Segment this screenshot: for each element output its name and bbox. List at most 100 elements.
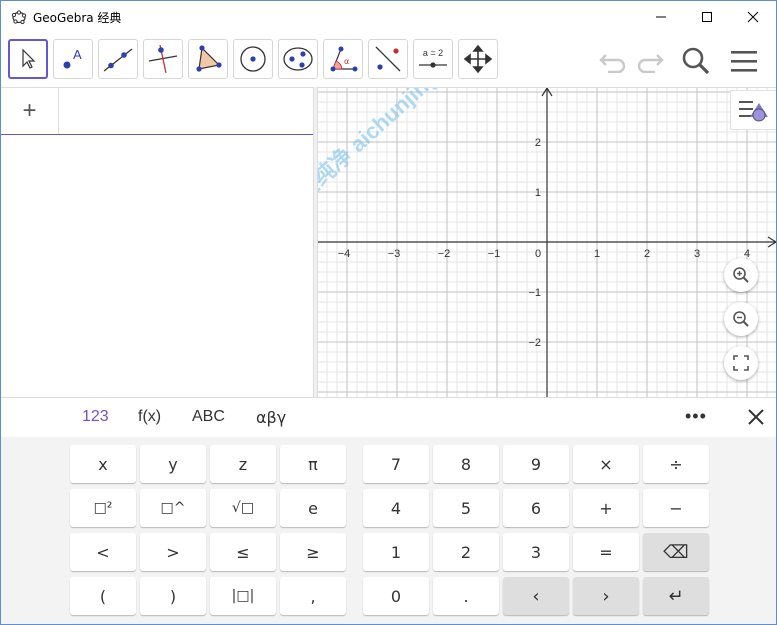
key-r20[interactable]: 1 [363,533,429,571]
reflect-tool-button[interactable] [368,39,408,79]
key-label: |□| [231,588,255,604]
key-r01[interactable]: 8 [433,445,499,483]
undo-button[interactable] [597,45,629,77]
key-r14[interactable]: − [643,489,709,527]
close-window-button[interactable] [730,1,776,33]
close-keyboard-icon[interactable] [745,406,767,428]
key-r04[interactable]: ÷ [643,445,709,483]
tab-fx[interactable]: f(x) [138,408,161,426]
point-tool-button[interactable]: A [53,39,93,79]
window-title: GeoGebra 经典 [33,10,122,25]
key-r00[interactable]: 7 [363,445,429,483]
x-tick-label: 3 [694,248,700,260]
x-tick-label: −2 [438,248,451,260]
geogebra-window: GeoGebra 经典 A α a = 2 + −4 −3 −2 −1 0 1 … [0,0,777,625]
x-tick-label: −1 [488,248,501,260]
angle-icon: α [330,46,358,72]
circle-tool-button[interactable] [233,39,273,79]
key-l00[interactable]: x [70,445,136,483]
key-r11[interactable]: 5 [433,489,499,527]
graphics-style-bar-button[interactable] [730,90,776,130]
y-tick-label: 1 [535,187,541,199]
perpendicular-line-tool-button[interactable] [143,39,183,79]
ellipse-icon [283,47,313,71]
maximize-button[interactable] [684,1,730,33]
key-l33[interactable]: , [280,577,346,615]
tab-123[interactable]: 123 [82,408,109,426]
enter-key[interactable]: ↵ [643,577,709,615]
cursor-right-key[interactable]: › [573,577,639,615]
redo-button[interactable] [634,45,666,77]
minimize-icon [656,16,666,18]
key-label: − [669,498,683,518]
add-input-button[interactable]: + [1,88,59,134]
key-r31[interactable]: . [433,577,499,615]
plus-icon: + [22,97,37,124]
key-r12[interactable]: 6 [503,489,569,527]
cursor-left-key[interactable]: ‹ [503,577,569,615]
abs-key[interactable]: |□| [210,577,276,615]
key-r02[interactable]: 9 [503,445,569,483]
sqrt-key[interactable]: √□ [210,489,276,527]
angle-tool-button[interactable]: α [323,39,363,79]
main-menu-button[interactable] [728,45,760,77]
key-l21[interactable]: > [140,533,206,571]
key-label: 7 [390,454,402,474]
zoom-out-button[interactable] [724,302,758,336]
key-r23[interactable]: = [573,533,639,571]
key-label: , [310,586,316,606]
key-r03[interactable]: × [573,445,639,483]
key-r21[interactable]: 2 [433,533,499,571]
key-label: z [238,454,248,474]
key-l31[interactable]: ) [140,577,206,615]
search-button[interactable] [680,45,712,77]
key-l01[interactable]: y [140,445,206,483]
algebra-view: + [1,87,313,397]
zoom-in-button[interactable] [724,258,758,292]
fullscreen-button[interactable] [724,346,758,380]
move-tool-button[interactable] [8,39,48,79]
key-l02[interactable]: z [210,445,276,483]
key-l13[interactable]: e [280,489,346,527]
key-r30[interactable]: 0 [363,577,429,615]
backspace-key[interactable]: ⌫ [643,533,709,571]
key-label: □^ [160,500,186,516]
key-label: › [602,585,610,607]
undo-icon [599,54,626,73]
slider-tool-button[interactable]: a = 2 [413,39,453,79]
graphics-view[interactable]: −4 −3 −2 −1 0 1 2 3 4 2 1 −1 −2 爱纯净 aichunjing.com [318,87,776,397]
key-l30[interactable]: ( [70,577,136,615]
virtual-keyboard: x y z π □² □^ √□ e < > ≤ ≥ () |□|, 7 8 9 × ÷ 4 5 6 + − 1 2 3 = ⌫ 0. ‹ ›… [1,437,776,624]
minimize-button[interactable] [638,1,684,33]
key-l03[interactable]: π [280,445,346,483]
perpendicular-line-icon [148,44,178,74]
reflect-about-line-icon [375,46,401,72]
x-tick-label: 0 [535,248,541,260]
y-tick-label: −2 [528,337,541,349]
key-r13[interactable]: + [573,489,639,527]
more-keyboard-options-button[interactable]: ••• [685,406,707,427]
polygon-tool-button[interactable] [188,39,228,79]
line-tool-button[interactable] [98,39,138,79]
key-r22[interactable]: 3 [503,533,569,571]
power-key[interactable]: □^ [140,489,206,527]
keyboard-tab-bar: 123 f(x) ABC αβγ ••• [1,397,776,437]
move-graphics-view-tool-button[interactable] [458,39,498,79]
key-label: ) [169,586,177,606]
conic-tool-button[interactable] [278,39,318,79]
key-r10[interactable]: 4 [363,489,429,527]
fullscreen-icon [733,355,749,371]
key-label: 6 [530,498,542,518]
key-l20[interactable]: < [70,533,136,571]
key-label: 9 [530,454,542,474]
key-label: x [98,454,108,474]
geogebra-logo-icon [11,10,27,25]
key-l22[interactable]: ≤ [210,533,276,571]
algebra-input-row[interactable]: + [1,88,313,135]
key-l23[interactable]: ≥ [280,533,346,571]
tab-greek[interactable]: αβγ [256,408,286,427]
tab-abc[interactable]: ABC [192,408,225,426]
squared-key[interactable]: □² [70,489,136,527]
key-label: . [463,586,469,606]
key-label: 3 [530,542,542,562]
